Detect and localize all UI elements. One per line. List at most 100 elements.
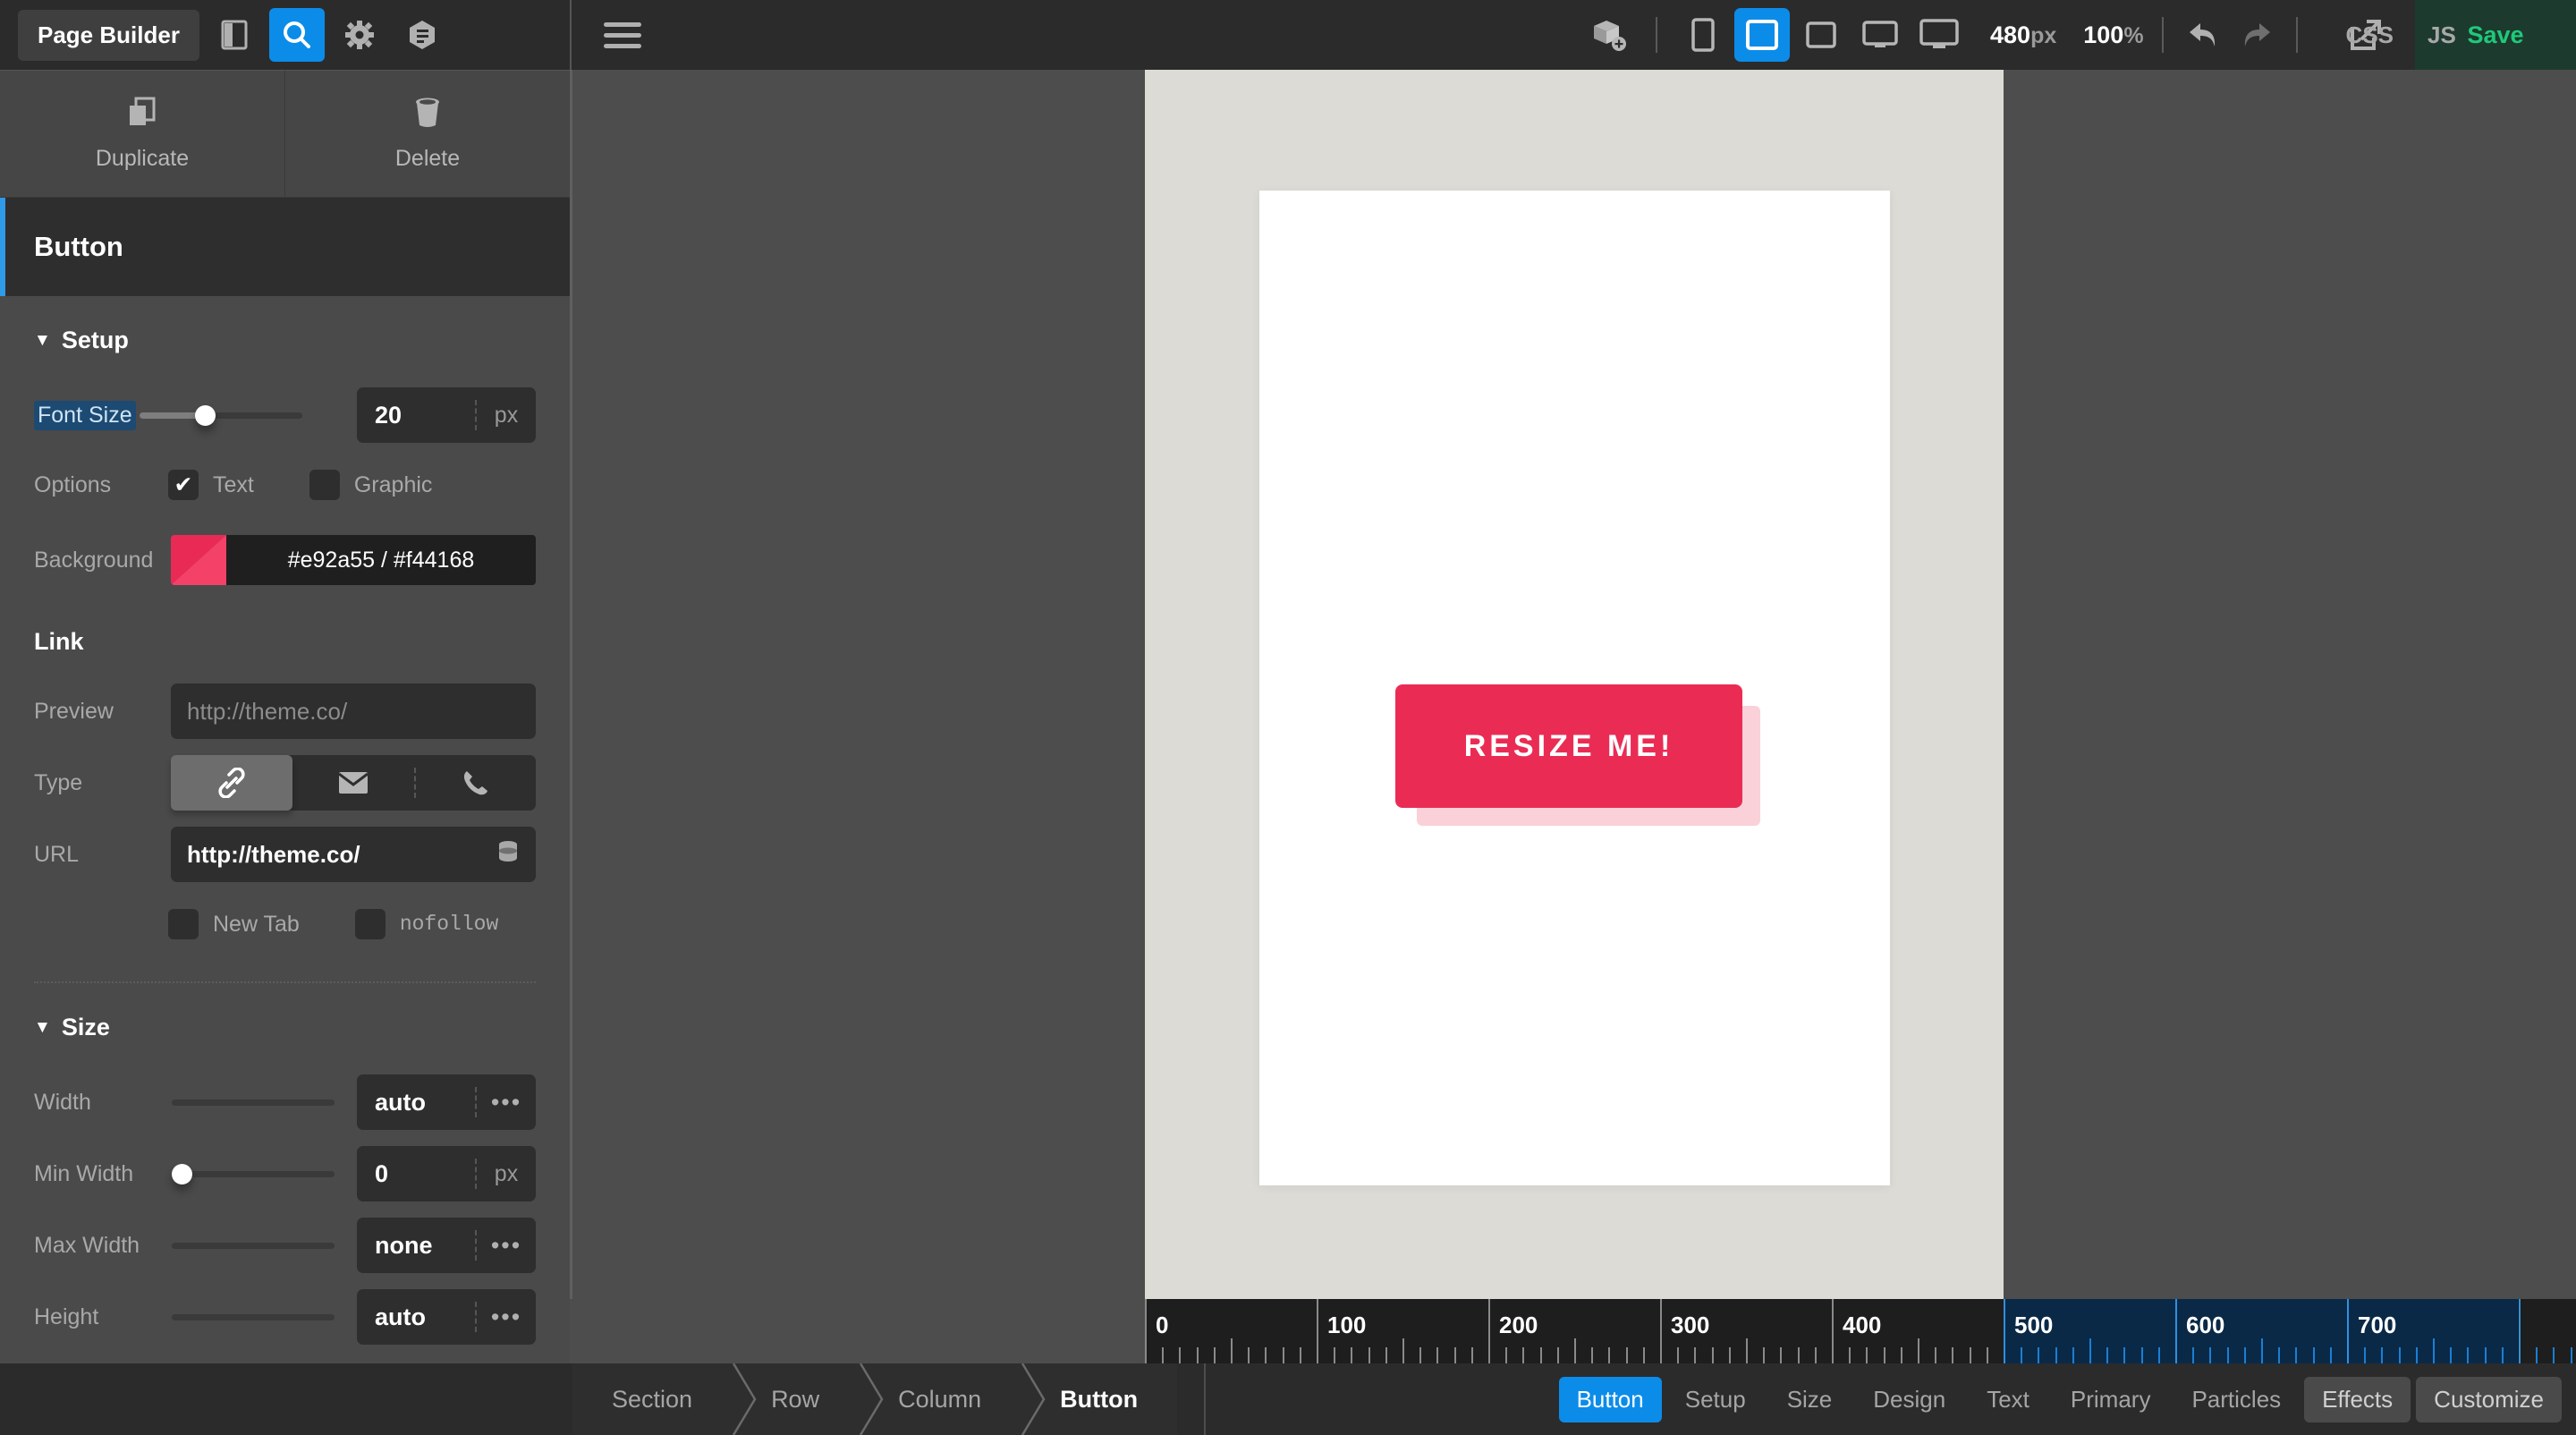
redo-arrow-icon[interactable] — [2232, 12, 2278, 58]
new-tab-toggle[interactable]: New Tab — [168, 909, 300, 939]
link-url-field: URL http://theme.co/ — [34, 819, 536, 890]
option-text[interactable]: Text — [168, 470, 254, 500]
viewport-width-unit: px — [2030, 23, 2056, 49]
new-tab-label: New Tab — [213, 912, 300, 938]
slider-knob[interactable] — [195, 405, 216, 426]
height-more-icon[interactable]: ••• — [477, 1303, 536, 1331]
device-large-desktop[interactable] — [1911, 8, 1967, 62]
width-value: auto — [357, 1089, 475, 1117]
ruler-label: 100 — [1327, 1312, 1366, 1339]
setup-section: ▼ Setup Font Size 20 px Options — [0, 296, 570, 1353]
zoom-indicator[interactable]: 100 % — [2083, 21, 2143, 49]
phone-icon[interactable] — [414, 755, 536, 811]
resize-me-button[interactable]: RESIZE ME! — [1395, 684, 1742, 808]
width-label: Width — [34, 1090, 168, 1116]
breadcrumb-item-section[interactable]: Section — [572, 1363, 732, 1435]
js-button[interactable]: JS — [2428, 21, 2456, 49]
font-size-slider[interactable] — [140, 402, 302, 429]
font-size-input[interactable]: 20 px — [357, 387, 536, 443]
viewport-width-indicator[interactable]: 480 px — [1990, 21, 2056, 49]
width-slider[interactable] — [172, 1089, 335, 1116]
background-control[interactable]: #e92a55 / #f44168 — [171, 535, 536, 585]
canvas-viewport[interactable]: RESIZE ME! — [1145, 70, 2004, 1299]
max-width-slider[interactable] — [172, 1232, 335, 1259]
delete-button[interactable]: Delete — [284, 70, 570, 197]
tab-particles[interactable]: Particles — [2174, 1377, 2299, 1422]
gear-icon[interactable] — [332, 8, 387, 62]
font-size-field: Font Size 20 px — [34, 379, 536, 451]
link-preview-field: Preview http://theme.co/ — [34, 675, 536, 747]
hamburger-icon[interactable] — [604, 22, 641, 48]
device-small-desktop[interactable] — [1793, 8, 1849, 62]
option-graphic[interactable]: Graphic — [309, 470, 433, 500]
checkbox-nofollow[interactable] — [355, 909, 386, 939]
link-preview-input[interactable]: http://theme.co/ — [171, 684, 536, 739]
add-block-icon[interactable] — [1582, 8, 1638, 62]
link-url-input[interactable]: http://theme.co/ — [171, 827, 536, 882]
font-size-unit: px — [477, 403, 536, 429]
width-field: Width auto ••• — [34, 1066, 536, 1138]
setup-section-title: Setup — [62, 327, 129, 354]
device-mobile[interactable] — [1675, 8, 1731, 62]
database-icon[interactable] — [496, 840, 520, 870]
tab-customize[interactable]: Customize — [2416, 1377, 2562, 1422]
width-input[interactable]: auto ••• — [357, 1074, 536, 1130]
sidebar-resize-handle[interactable] — [570, 70, 572, 1299]
duplicate-button[interactable]: Duplicate — [0, 70, 284, 197]
tab-effects[interactable]: Effects — [2304, 1377, 2411, 1422]
options-field: Options Text Graphic — [34, 451, 536, 519]
tab-size[interactable]: Size — [1769, 1377, 1851, 1422]
tab-design[interactable]: Design — [1855, 1377, 1963, 1422]
height-label: Height — [34, 1304, 168, 1330]
link-type-label: Type — [34, 770, 168, 796]
nofollow-toggle[interactable]: nofollow — [355, 909, 498, 939]
device-desktop[interactable] — [1852, 8, 1908, 62]
layers-icon[interactable] — [394, 8, 450, 62]
max-width-more-icon[interactable]: ••• — [477, 1232, 536, 1260]
link-url-value: http://theme.co/ — [187, 841, 496, 869]
search-icon[interactable] — [269, 8, 325, 62]
ruler-label: 600 — [2186, 1312, 2224, 1339]
horizontal-ruler[interactable]: 0100200300400500600700 — [1145, 1299, 2576, 1363]
device-tablet[interactable] — [1734, 8, 1790, 62]
option-graphic-label: Graphic — [354, 472, 433, 498]
height-input[interactable]: auto ••• — [357, 1289, 536, 1345]
width-more-icon[interactable]: ••• — [477, 1089, 536, 1117]
checkbox-graphic[interactable] — [309, 470, 340, 500]
tab-button[interactable]: Button — [1559, 1377, 1662, 1422]
duplicate-icon — [127, 97, 157, 133]
height-slider[interactable] — [172, 1303, 335, 1330]
checkbox-text[interactable] — [168, 470, 199, 500]
setup-section-header[interactable]: ▼ Setup — [34, 296, 536, 379]
element-actions: Duplicate Delete — [0, 70, 570, 198]
tab-primary[interactable]: Primary — [2053, 1377, 2169, 1422]
tab-text[interactable]: Text — [1969, 1377, 2047, 1422]
slider-knob[interactable] — [172, 1164, 192, 1185]
toolbar-divider-2 — [1656, 17, 1657, 53]
link-toggles: New Tab nofollow — [34, 890, 536, 958]
page-builder-app: Page Builder — [0, 0, 2576, 1435]
panel-toggle-icon[interactable] — [207, 8, 262, 62]
css-button[interactable]: CSS — [2346, 21, 2394, 49]
mail-icon[interactable] — [292, 755, 414, 811]
checkbox-new-tab[interactable] — [168, 909, 199, 939]
ruler-label: 400 — [1843, 1312, 1881, 1339]
ruler-label: 300 — [1671, 1312, 1709, 1339]
undo-arrow-icon[interactable] — [2182, 12, 2228, 58]
duplicate-label: Duplicate — [96, 146, 189, 172]
delete-label: Delete — [395, 146, 460, 172]
min-width-label: Min Width — [34, 1161, 168, 1187]
link-section-title: Link — [34, 601, 536, 675]
min-width-field: Min Width 0 px — [34, 1138, 536, 1210]
tab-setup[interactable]: Setup — [1667, 1377, 1764, 1422]
option-text-label: Text — [213, 472, 254, 498]
page-preview[interactable]: RESIZE ME! — [1259, 191, 1890, 1185]
background-color-swatch[interactable] — [171, 535, 226, 585]
min-width-input[interactable]: 0 px — [357, 1146, 536, 1201]
link-icon[interactable] — [171, 755, 292, 811]
page-builder-brand[interactable]: Page Builder — [18, 10, 199, 61]
chevron-right-icon — [732, 1363, 758, 1435]
min-width-slider[interactable] — [172, 1160, 335, 1187]
max-width-input[interactable]: none ••• — [357, 1218, 536, 1273]
size-section-header[interactable]: ▼ Size — [34, 983, 536, 1066]
